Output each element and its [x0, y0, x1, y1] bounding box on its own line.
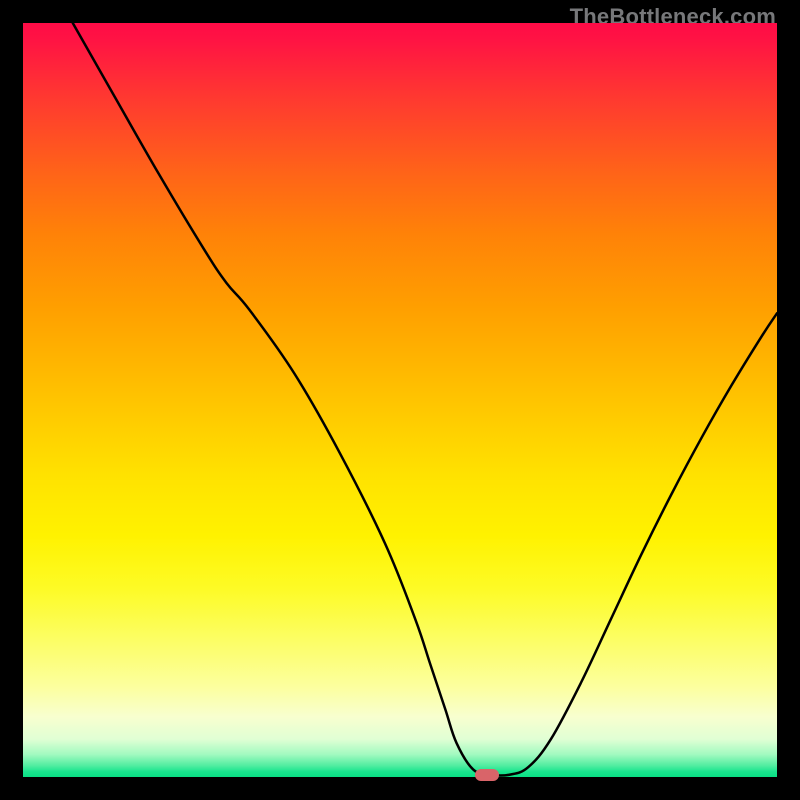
curve-svg: [23, 23, 777, 777]
chart-frame: TheBottleneck.com: [0, 0, 800, 800]
bottleneck-curve: [73, 23, 777, 776]
optimal-marker: [475, 769, 499, 781]
plot-area: [23, 23, 777, 777]
